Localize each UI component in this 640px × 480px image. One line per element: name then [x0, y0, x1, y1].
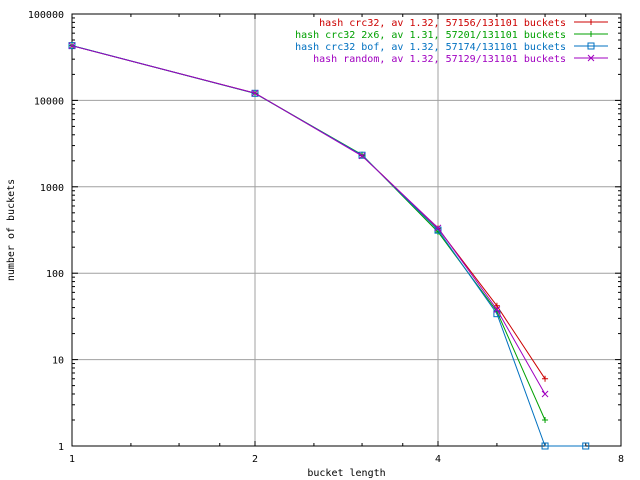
line-chart: 1 2 4 8 1 10 100 1000 10000 100000 hash crc32, av… — [6, 10, 624, 479]
y-tick-label: 1 — [58, 442, 64, 453]
x-tick-label: 4 — [435, 454, 441, 465]
y-tick-label: 100 — [46, 269, 64, 280]
y-tick-label: 100000 — [28, 10, 64, 21]
grid-lines — [72, 14, 621, 446]
y-axis-title: number of buckets — [6, 179, 17, 281]
legend: hash crc32, av 1.32, 57156/131101 bucket… — [295, 18, 608, 65]
plot-frame — [71, 13, 622, 447]
legend-item: hash random, av 1.32, 57129/131101 bucke… — [313, 54, 608, 65]
series-line — [71, 45, 546, 380]
data-point — [541, 390, 549, 398]
x-tick-label: 8 — [618, 454, 624, 465]
y-tick-label: 10 — [52, 356, 64, 367]
x-tick-label: 1 — [69, 454, 75, 465]
series-layer — [68, 42, 590, 450]
series-4 — [68, 42, 549, 398]
series-1 — [69, 42, 549, 382]
series-line — [71, 45, 546, 395]
data-point — [542, 375, 549, 382]
legend-label: hash crc32, av 1.32, 57156/131101 bucket… — [319, 18, 566, 29]
x-tick-label: 2 — [252, 454, 258, 465]
legend-label: hash crc32 2x6, av 1.31, 57201/131101 bu… — [295, 30, 566, 41]
legend-item: hash crc32 2x6, av 1.31, 57201/131101 bu… — [295, 30, 608, 41]
y-tick-label: 10000 — [34, 96, 64, 107]
x-axis-title: bucket length — [307, 468, 385, 479]
series-3 — [68, 42, 590, 450]
y-tick-label: 1000 — [40, 183, 64, 194]
legend-marker — [588, 31, 594, 37]
series-line — [71, 45, 546, 421]
legend-label: hash random, av 1.32, 57129/131101 bucke… — [313, 54, 566, 65]
legend-label: hash crc32 bof, av 1.32, 57174/131101 bu… — [295, 42, 566, 53]
data-point — [542, 416, 549, 423]
legend-item: hash crc32 bof, av 1.32, 57174/131101 bu… — [295, 42, 608, 53]
series-2 — [69, 42, 549, 423]
series-line — [71, 45, 586, 447]
legend-item: hash crc32, av 1.32, 57156/131101 bucket… — [319, 18, 608, 29]
legend-marker — [588, 19, 594, 25]
